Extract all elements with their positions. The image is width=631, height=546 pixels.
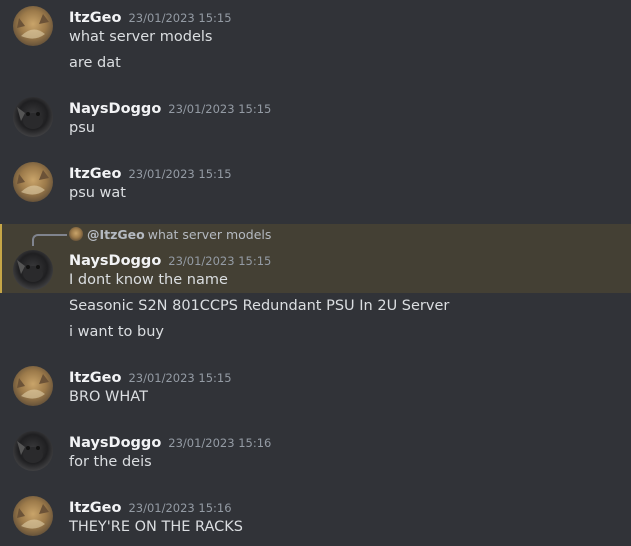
- avatar-itzgeo[interactable]: [13, 366, 53, 406]
- message-text: I dont know the name: [69, 272, 228, 288]
- message-text: i want to buy: [69, 324, 165, 340]
- username[interactable]: ItzGeo: [69, 370, 121, 386]
- username[interactable]: NaysDoggo: [69, 253, 161, 269]
- username[interactable]: NaysDoggo: [69, 101, 161, 117]
- message-text: psu wat: [69, 185, 126, 201]
- timestamp: 23/01/2023 15:16: [168, 436, 272, 450]
- avatar-itzgeo[interactable]: [13, 162, 53, 202]
- timestamp: 23/01/2023 15:15: [168, 102, 272, 116]
- avatar-naysdoggo[interactable]: [13, 250, 53, 290]
- reply-preview-text[interactable]: what server models: [148, 227, 272, 242]
- message-text: BRO WHAT: [69, 389, 148, 405]
- username[interactable]: NaysDoggo: [69, 435, 161, 451]
- message-text: Seasonic S2N 801CCPS Redundant PSU In 2U…: [69, 298, 450, 314]
- message-text: are dat: [69, 55, 121, 71]
- timestamp: 23/01/2023 15:15: [128, 371, 232, 385]
- username[interactable]: ItzGeo: [69, 166, 121, 182]
- username[interactable]: ItzGeo: [69, 500, 121, 516]
- avatar-itzgeo[interactable]: [13, 6, 53, 46]
- reply-spine: [32, 234, 67, 246]
- message-text: what server models: [69, 29, 213, 45]
- timestamp: 23/01/2023 15:15: [168, 254, 272, 268]
- reply-reference[interactable]: @ItzGeo what server models: [69, 227, 271, 242]
- message-text: THEY'RE ON THE RACKS: [69, 519, 243, 535]
- avatar-itzgeo[interactable]: [13, 496, 53, 536]
- avatar-naysdoggo[interactable]: [13, 97, 53, 137]
- username[interactable]: ItzGeo: [69, 10, 121, 26]
- avatar-naysdoggo[interactable]: [13, 431, 53, 471]
- message-text: for the deis: [69, 454, 152, 470]
- timestamp: 23/01/2023 15:16: [128, 501, 232, 515]
- timestamp: 23/01/2023 15:15: [128, 11, 232, 25]
- message-text: psu: [69, 120, 95, 136]
- reply-avatar: [69, 227, 83, 241]
- reply-mention[interactable]: @ItzGeo: [87, 227, 145, 242]
- timestamp: 23/01/2023 15:15: [128, 167, 232, 181]
